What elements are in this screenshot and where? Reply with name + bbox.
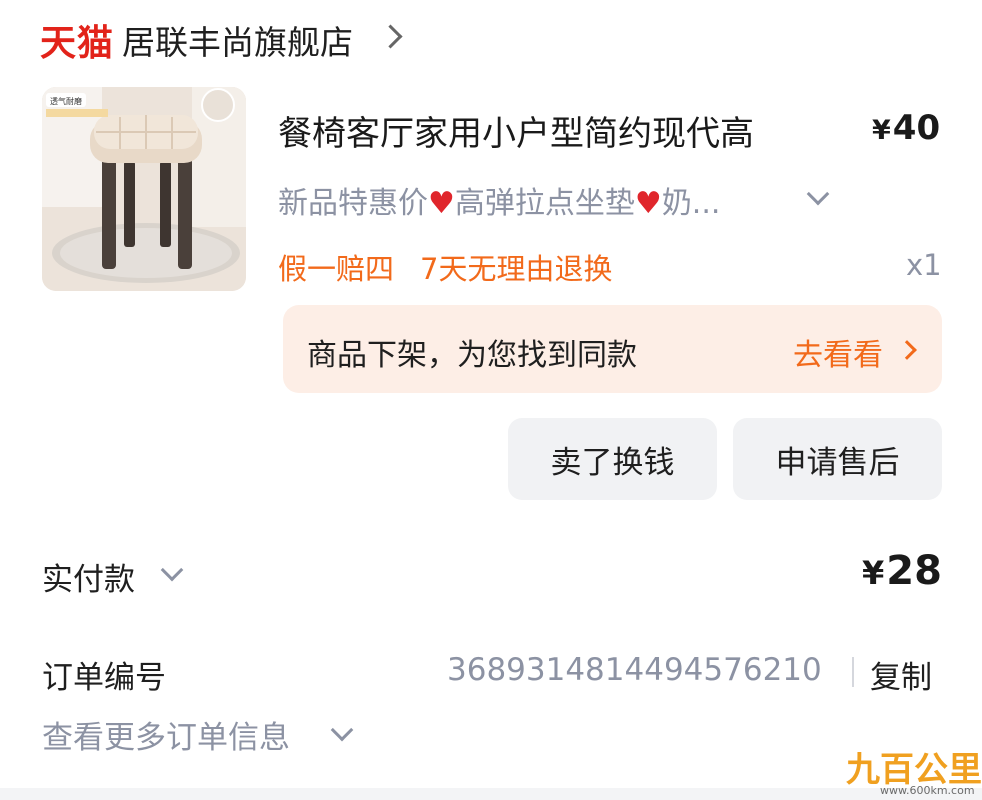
heart-icon: ♥ — [428, 186, 455, 221]
spec-part-1: 新品特惠价 — [278, 186, 428, 221]
tmall-logo: 天猫 — [40, 23, 115, 64]
sell-button[interactable]: 卖了换钱 — [508, 418, 717, 500]
heart-icon: ♥ — [634, 186, 662, 221]
product-thumbnail[interactable]: 透气耐磨 — [42, 87, 246, 291]
after-sale-button[interactable]: 申请售后 — [733, 418, 942, 500]
spec-part-3: 奶... — [661, 186, 721, 221]
paid-amount: ¥28 — [862, 548, 942, 594]
service-tag-guarantee: 假一赔四 — [278, 252, 395, 286]
bottom-strip — [0, 788, 982, 800]
service-tag-return: 7天无理由退换 — [420, 252, 613, 286]
watermark-url: www.600km.com — [880, 784, 975, 797]
product-price: ¥40 — [872, 108, 940, 148]
order-number-label: 订单编号 — [42, 660, 166, 696]
notice-text: 商品下架，为您找到同款 — [307, 338, 637, 373]
stool-image: 透气耐磨 — [42, 87, 246, 291]
chevron-right-icon[interactable] — [378, 24, 403, 49]
price-value: 40 — [892, 108, 941, 148]
product-title[interactable]: 餐椅客厅家用小户型简约现代高 — [278, 106, 754, 155]
see-similar-link[interactable]: 去看看 — [793, 330, 883, 374]
thumb-badge: 透气耐磨 — [50, 96, 82, 106]
chevron-down-icon[interactable] — [160, 558, 184, 582]
currency-symbol: ¥ — [862, 554, 885, 592]
product-spec[interactable]: 新品特惠价♥高弹拉点坐垫♥奶... — [278, 178, 720, 222]
chevron-down-icon[interactable] — [330, 718, 354, 742]
shop-name-link[interactable]: 居联丰尚旗舰店 — [122, 16, 353, 64]
paid-label[interactable]: 实付款 — [42, 554, 135, 599]
paid-value: 28 — [886, 548, 942, 594]
copy-button[interactable]: 复制 — [870, 652, 932, 697]
order-number: 3689314814494576210 — [447, 652, 822, 688]
more-order-info-link[interactable]: 查看更多订单信息 — [42, 712, 290, 757]
currency-symbol: ¥ — [872, 115, 891, 146]
divider — [852, 657, 854, 687]
spec-part-2: 高弹拉点坐垫 — [454, 186, 635, 221]
chevron-down-icon[interactable] — [806, 182, 830, 206]
quantity: x1 — [906, 248, 942, 282]
